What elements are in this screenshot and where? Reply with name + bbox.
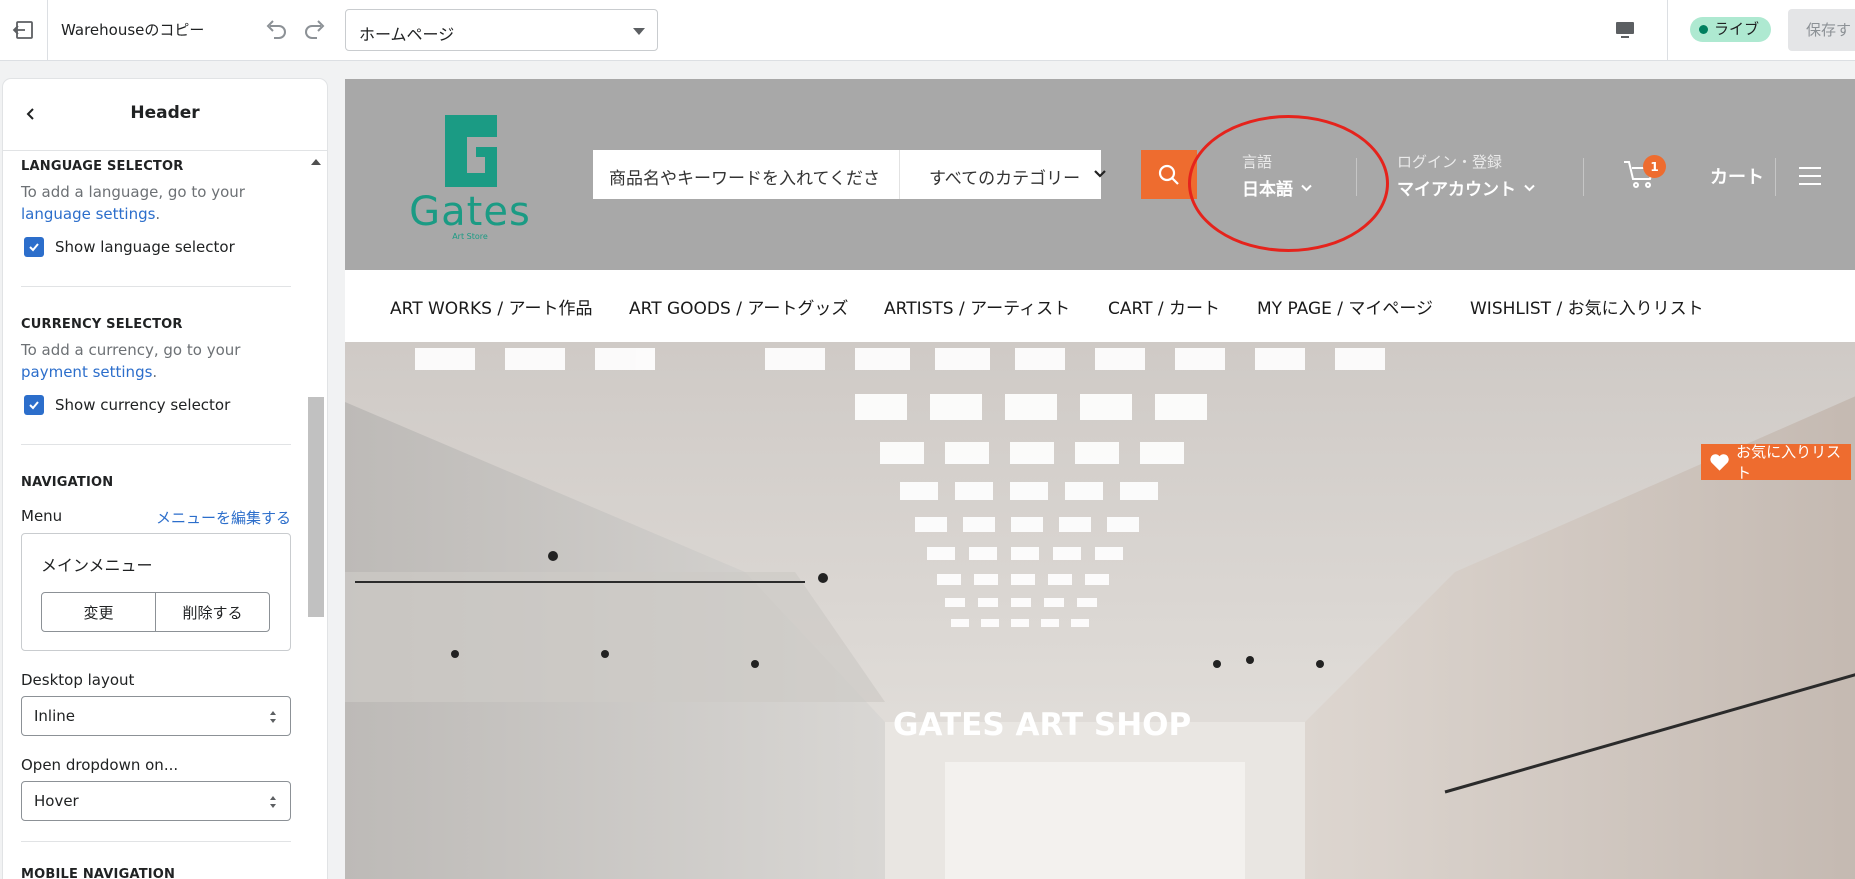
checkbox-checked-icon[interactable] [24,237,44,257]
payment-settings-link[interactable]: payment settings [21,363,152,381]
chevron-down-icon [1094,170,1106,178]
wishlist-tab-label: お気に入りリスト [1736,443,1842,482]
store-preview: Gates Art Store 商品名やキーワードを入れてください すべてのカテ… [345,79,1855,879]
wishlist-floating-tab[interactable]: お気に入りリスト [1701,443,1851,482]
currency-help-text: To add a currency, go to your payment se… [21,341,241,381]
sidebar-header: Header [3,79,327,151]
scrollbar-thumb[interactable] [308,397,324,617]
search-bar: 商品名やキーワードを入れてください すべてのカテゴリー [593,150,1106,199]
open-dropdown-label: Open dropdown on... [21,756,179,774]
nav-item-art-goods[interactable]: ART GOODS / アートグッズ [629,294,848,319]
redo-icon [305,20,325,39]
undo-icon [266,20,286,39]
language-selector-label: Show language selector [55,238,235,256]
search-icon [1158,164,1179,185]
language-section-title: LANGUAGE SELECTOR [21,159,184,174]
chevron-down-icon [1524,184,1535,191]
open-dropdown-select[interactable]: Hover [21,781,291,821]
desktop-layout-value: Inline [34,707,76,725]
nav-item-art-works[interactable]: ART WORKS / アート作品 [390,294,592,319]
exit-button[interactable] [0,0,48,60]
menu-label: Menu [21,507,63,525]
account-menu[interactable]: ログイン・登録 マイアカウント [1397,151,1535,200]
live-status-badge: ライブ [1690,17,1772,42]
desktop-icon [1616,22,1634,38]
sidebar-title: Header [130,103,200,123]
change-menu-button[interactable]: 変更 [42,593,155,631]
nav-item-wishlist[interactable]: WISHLIST / お気に入りリスト [1470,294,1704,319]
desktop-layout-label: Desktop layout [21,671,135,689]
device-preview-button[interactable] [1610,15,1640,45]
nav-item-artists[interactable]: ARTISTS / アーティスト [884,294,1070,319]
divider [1667,0,1668,60]
account-small-label: ログイン・登録 [1397,153,1503,171]
search-input[interactable]: 商品名やキーワードを入れてください [609,164,881,189]
caret-down-icon [633,28,645,35]
scroll-up-icon[interactable] [311,159,321,165]
desktop-layout-select[interactable]: Inline [21,696,291,736]
cart-label[interactable]: カート [1710,163,1764,189]
heart-icon [1710,454,1729,471]
open-dropdown-value: Hover [34,792,79,810]
search-category-select[interactable]: すべてのカテゴリー [929,164,1080,189]
theme-name: Warehouseのコピー [61,21,205,39]
currency-selector-checkbox-row[interactable]: Show currency selector [24,394,230,416]
divider [21,841,291,842]
main-navigation: ART WORKS / アート作品 ART GOODS / アートグッズ ART… [345,270,1855,342]
select-arrows-icon [270,711,276,723]
divider [1775,158,1776,196]
editor-topbar: Warehouseのコピー ホームページ ライブ 保存す [0,0,1855,61]
hamburger-menu-icon[interactable] [1798,166,1822,186]
divider [21,444,291,445]
selected-menu-name: メインメニュー [41,556,153,575]
currency-section-title: CURRENCY SELECTOR [21,317,183,332]
page-select[interactable]: ホームページ [345,9,658,51]
currency-selector-label: Show currency selector [55,396,231,414]
gallery-hall-image [345,342,1855,879]
cart-count-badge: 1 [1643,155,1666,178]
divider [899,150,900,199]
menu-picker: メインメニュー 変更 削除する [21,533,291,651]
settings-sidebar: Header LANGUAGE SELECTOR To add a langua… [3,79,327,879]
language-settings-link[interactable]: language settings [21,205,155,223]
checkbox-checked-icon[interactable] [24,395,44,415]
divider [1583,158,1584,196]
nav-item-cart[interactable]: CART / カート [1108,294,1220,319]
exit-icon [12,21,33,39]
redo-button[interactable] [301,14,331,44]
edit-menu-link[interactable]: メニューを編集する [156,507,291,528]
select-arrows-icon [270,796,276,808]
nav-item-my-page[interactable]: MY PAGE / マイページ [1257,294,1433,319]
language-selector-checkbox-row[interactable]: Show language selector [24,236,235,258]
logo-subtitle: Art Store [452,232,488,241]
menu-button-group: 変更 削除する [41,592,270,632]
navigation-section-title: NAVIGATION [21,475,114,490]
account-value: マイアカウント [1397,180,1516,200]
divider [21,286,291,287]
annotation-circle [1188,115,1389,252]
page-select-value: ホームページ [359,25,455,44]
hero-banner[interactable]: GATES ART SHOP [345,342,1855,879]
hero-title: GATES ART SHOP [893,707,1192,743]
save-button[interactable]: 保存す [1788,9,1855,51]
language-help-text: To add a language, go to your language s… [21,183,245,223]
shop-header: Gates Art Store 商品名やキーワードを入れてください すべてのカテ… [345,79,1855,270]
undo-button[interactable] [260,14,290,44]
logo-wordmark: Gates [409,189,531,235]
remove-menu-button[interactable]: 削除する [155,593,269,631]
